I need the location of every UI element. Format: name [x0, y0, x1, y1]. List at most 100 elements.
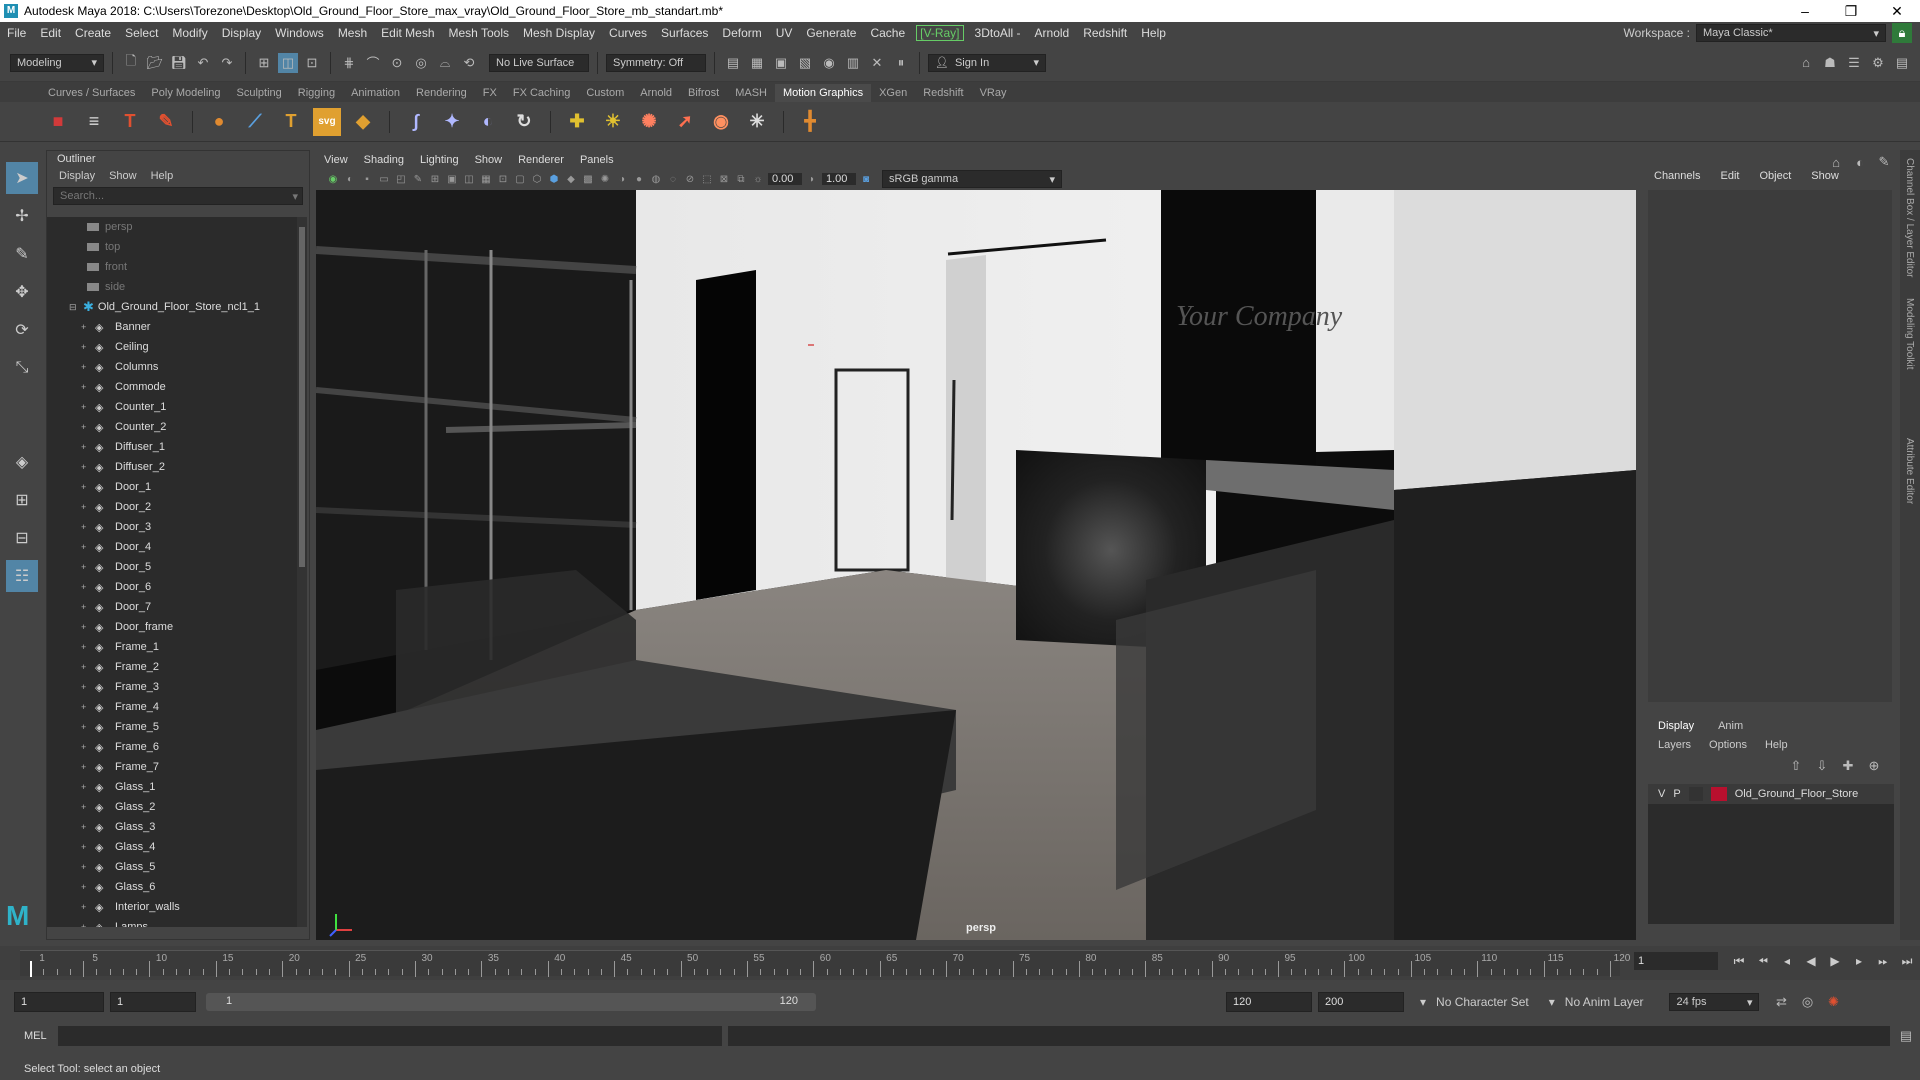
render-settings-icon[interactable]: ▧ — [795, 53, 815, 73]
attribute-editor-icon[interactable]: ☰ — [1844, 53, 1864, 73]
expand-icon[interactable]: + — [81, 502, 91, 512]
outliner-item-diffuser-2[interactable]: + ◈ Diffuser_2 — [47, 457, 297, 477]
poly-cube-icon[interactable]: ■ — [44, 108, 72, 136]
menu-cache[interactable]: Cache — [863, 26, 912, 40]
light-icon[interactable]: ☀ — [599, 108, 627, 136]
outliner-item-interior-walls[interactable]: + ◈ Interior_walls — [47, 897, 297, 917]
outliner-item-lamps[interactable]: + ◈ Lamps — [47, 917, 297, 927]
image-plane-icon[interactable]: ▭ — [377, 172, 391, 186]
shelf-tab-fx[interactable]: FX — [475, 84, 505, 102]
mash-distribute-icon[interactable]: ✦ — [438, 108, 466, 136]
redo-icon[interactable]: ↷ — [217, 53, 237, 73]
outliner-item-frame-2[interactable]: + ◈ Frame_2 — [47, 657, 297, 677]
channelbox-menu-object[interactable]: Object — [1759, 170, 1791, 182]
outliner-item-columns[interactable]: + ◈ Columns — [47, 357, 297, 377]
locator-icon[interactable]: ✚ — [563, 108, 591, 136]
outliner-item-door-2[interactable]: + ◈ Door_2 — [47, 497, 297, 517]
end-time-field[interactable]: 200 — [1318, 992, 1404, 1012]
particles-icon[interactable]: ✺ — [635, 108, 663, 136]
outliner-camera-item[interactable]: side — [47, 277, 297, 297]
shelf-tab-xgen[interactable]: XGen — [871, 84, 915, 102]
shelf-tab-mash[interactable]: MASH — [727, 84, 775, 102]
shelf-tab-redshift[interactable]: Redshift — [915, 84, 971, 102]
shelf-tab-vray[interactable]: VRay — [972, 84, 1015, 102]
gate-mask-icon[interactable]: ▦ — [479, 172, 493, 186]
shelf-tab-curves-surfaces[interactable]: Curves / Surfaces — [40, 84, 143, 102]
command-input[interactable] — [58, 1026, 722, 1046]
outliner-item-counter-1[interactable]: + ◈ Counter_1 — [47, 397, 297, 417]
outliner-item-ceiling[interactable]: + ◈ Ceiling — [47, 337, 297, 357]
smooth-shade-icon[interactable]: ⬢ — [547, 172, 561, 186]
camera-select-icon[interactable]: ◉ — [326, 172, 340, 186]
shelf-tab-bifrost[interactable]: Bifrost — [680, 84, 727, 102]
mash-network-icon[interactable]: ∫ — [402, 108, 430, 136]
expand-icon[interactable]: + — [81, 822, 91, 832]
step-forward-frame-icon[interactable]: ▸ — [1850, 954, 1868, 968]
menu-display[interactable]: Display — [215, 26, 268, 40]
textured-icon[interactable]: ▩ — [581, 172, 595, 186]
loop-icon[interactable]: ⇄ — [1771, 992, 1791, 1012]
menu-help[interactable]: Help — [1134, 26, 1173, 40]
layer-color-swatch[interactable] — [1710, 787, 1727, 801]
menu-set-dropdown[interactable]: Modeling ▾ — [10, 53, 104, 72]
viewport-menu-lighting[interactable]: Lighting — [420, 154, 459, 166]
wireframe-icon[interactable]: ⬡ — [530, 172, 544, 186]
viewport-menu-shading[interactable]: Shading — [364, 154, 404, 166]
script-editor-icon[interactable]: ▤ — [1896, 1026, 1916, 1046]
outliner-menu-help[interactable]: Help — [151, 170, 174, 182]
current-frame-field[interactable]: 1 — [1634, 952, 1718, 970]
move-layer-down-icon[interactable]: ⇩ — [1812, 756, 1832, 776]
undo-icon[interactable]: ↶ — [193, 53, 213, 73]
default-material-icon[interactable]: ◆ — [564, 172, 578, 186]
layer-playback-toggle[interactable]: P — [1673, 788, 1680, 800]
antialiasing-icon[interactable]: ◌ — [666, 172, 680, 186]
expand-icon[interactable]: + — [81, 322, 91, 332]
outliner-item-glass-5[interactable]: + ◈ Glass_5 — [47, 857, 297, 877]
expand-icon[interactable]: + — [81, 882, 91, 892]
viewport-menu-panels[interactable]: Panels — [580, 154, 614, 166]
side-tab-attribute-editor[interactable]: Attribute Editor — [1900, 430, 1915, 570]
snap-grid-icon[interactable]: ⋕ — [339, 53, 359, 73]
lasso-tool-icon[interactable]: ✢ — [6, 200, 38, 232]
mel-label[interactable]: MEL — [0, 1030, 47, 1042]
film-gate-icon[interactable]: ▣ — [445, 172, 459, 186]
outliner-item-counter-2[interactable]: + ◈ Counter_2 — [47, 417, 297, 437]
new-scene-icon[interactable]: 🗋 — [121, 53, 141, 73]
outliner-item-glass-6[interactable]: + ◈ Glass_6 — [47, 877, 297, 897]
modeling-toolkit-icon[interactable]: ⌂ — [1796, 53, 1816, 73]
select-tool-icon[interactable]: ➤ — [6, 162, 38, 194]
snap-live-icon[interactable]: ⟲ — [459, 53, 479, 73]
expand-icon[interactable]: + — [81, 862, 91, 872]
scrollbar-thumb[interactable] — [299, 227, 305, 567]
snowflake-icon[interactable]: ✳ — [743, 108, 771, 136]
live-surface-field[interactable]: No Live Surface — [489, 53, 589, 72]
layer-display-type[interactable] — [1688, 787, 1703, 801]
ipr-render-icon[interactable]: ▣ — [771, 53, 791, 73]
shelf-tab-arnold[interactable]: Arnold — [632, 84, 680, 102]
four-view-icon[interactable]: ⊞ — [6, 484, 38, 516]
text-icon[interactable]: T — [116, 108, 144, 136]
minimize-button[interactable]: – — [1782, 3, 1828, 20]
side-tab-modeling-toolkit[interactable]: Modeling Toolkit — [1900, 290, 1915, 430]
time-slider-track[interactable]: 1 5 10 15 20 25 30 35 40 45 50 55 60 65 70 75 80 85 90 95 10… — [20, 950, 1630, 977]
shelf-tab-rendering[interactable]: Rendering — [408, 84, 475, 102]
layer-menu-help[interactable]: Help — [1765, 739, 1788, 751]
expand-icon[interactable]: + — [81, 602, 91, 612]
select-object-icon[interactable]: ◫ — [278, 52, 298, 73]
attribute-icon[interactable]: ◐ — [1850, 152, 1870, 172]
menu-mesh-tools[interactable]: Mesh Tools — [442, 26, 516, 40]
outliner-item-glass-4[interactable]: + ◈ Glass_4 — [47, 837, 297, 857]
outliner-item-door-4[interactable]: + ◈ Door_4 — [47, 537, 297, 557]
outliner-item-frame-4[interactable]: + ◈ Frame_4 — [47, 697, 297, 717]
gamma-field[interactable]: 1.00 — [822, 173, 856, 185]
outliner-item-frame-3[interactable]: + ◈ Frame_3 — [47, 677, 297, 697]
outliner-menu-show[interactable]: Show — [109, 170, 137, 182]
mash-blend-icon[interactable]: ◐ — [474, 108, 502, 136]
motion-blur-icon[interactable]: ◍ — [649, 172, 663, 186]
side-tab-channel-box[interactable]: Channel Box / Layer Editor — [1900, 150, 1915, 290]
expand-icon[interactable]: + — [81, 842, 91, 852]
expand-icon[interactable]: + — [81, 902, 91, 912]
collapse-icon[interactable]: ⊟ — [69, 302, 79, 313]
shelf-tab-fx-caching[interactable]: FX Caching — [505, 84, 578, 102]
shadows-icon[interactable]: ◑ — [615, 172, 629, 186]
